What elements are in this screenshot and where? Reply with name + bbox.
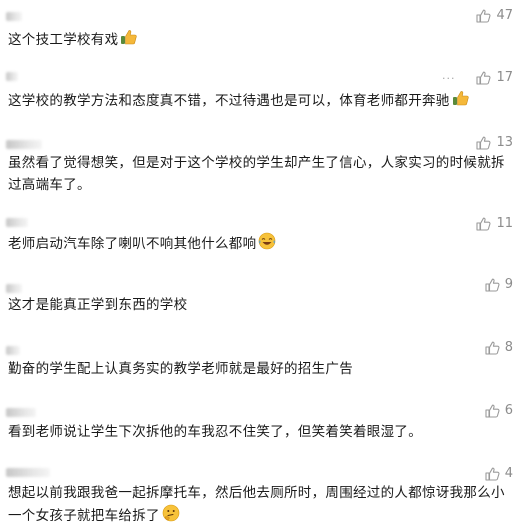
like-button[interactable]: 11: [476, 216, 513, 231]
comment-item: 8 勤奋的学生配上认真务实的教学老师就是最好的招生广告: [0, 334, 521, 384]
like-count: 47: [496, 8, 513, 23]
comment-text: 这个技工学校有戏: [8, 32, 119, 48]
thumbs-up-icon: [476, 136, 491, 150]
comment-text-wrap: 这学校的教学方法和态度真不错，不过待遇也是可以，体育老师都开奔驰: [8, 90, 507, 114]
comment-text: 虽然看了觉得想笑，但是对于这个学校的学生却产生了信心，人家实习的时候就拆过高端车…: [8, 155, 505, 193]
commenter-name-blurred: [6, 408, 36, 417]
like-count: 8: [504, 340, 513, 355]
like-button[interactable]: 47: [476, 8, 513, 23]
comment-text: 这学校的教学方法和态度真不错，不过待遇也是可以，体育老师都开奔驰: [8, 93, 450, 109]
like-count: 11: [496, 216, 513, 231]
comment-text: 老师启动汽车除了喇叭不响其他什么都响: [8, 236, 257, 252]
more-options-icon[interactable]: ···: [442, 72, 456, 85]
comment-text: 看到老师说让学生下次拆他的车我忍不住笑了，但笑着笑着眼湿了。: [8, 424, 422, 440]
comment-text: 想起以前我跟我爸一起拆摩托车，然后他去厕所时，周围经过的人都惊讶我那么小一个女孩…: [8, 485, 505, 524]
comment-item: 4 想起以前我跟我爸一起拆摩托车，然后他去厕所时，周围经过的人都惊讶我那么小一个…: [0, 462, 521, 531]
commenter-name-blurred: [6, 284, 22, 293]
comment-item: 9 这才是能真正学到东西的学校: [0, 270, 521, 320]
like-count: 13: [496, 135, 513, 150]
like-count: 6: [504, 403, 513, 418]
like-button[interactable]: 13: [476, 135, 513, 150]
commenter-name-blurred: [6, 140, 42, 149]
thumbs-up-icon: [476, 217, 491, 231]
comment-text: 这才是能真正学到东西的学校: [8, 297, 188, 313]
comment-item: 6 看到老师说让学生下次拆他的车我忍不住笑了，但笑着笑着眼湿了。: [0, 398, 521, 448]
like-button[interactable]: 4: [485, 466, 513, 481]
like-button[interactable]: 6: [485, 403, 513, 418]
like-count: 17: [496, 70, 513, 85]
thumbs-up-icon: [485, 341, 500, 355]
commenter-name-blurred: [6, 468, 50, 477]
thumbs-up-icon: [485, 278, 500, 292]
comment-text-wrap: 想起以前我跟我爸一起拆摩托车，然后他去厕所时，周围经过的人都惊讶我那么小一个女孩…: [8, 482, 507, 529]
comment-text-wrap: 这个技工学校有戏: [8, 29, 507, 53]
thinking-face-emoji-icon: [162, 504, 180, 529]
thumbs-up-icon: [485, 404, 500, 418]
commenter-name-blurred: [6, 346, 20, 355]
thumbs-up-icon: [476, 71, 491, 85]
comment-item: 13 虽然看了觉得想笑，但是对于这个学校的学生却产生了信心，人家实习的时候就拆过…: [0, 128, 521, 204]
like-button[interactable]: 17: [476, 70, 513, 85]
thumbs-up-emoji-icon: [120, 29, 138, 53]
like-button[interactable]: 8: [485, 340, 513, 355]
comment-text: 勤奋的学生配上认真务实的教学老师就是最好的招生广告: [8, 361, 353, 377]
commenter-name-blurred: [6, 12, 22, 21]
thumbs-up-icon: [485, 467, 500, 481]
like-count: 4: [504, 466, 513, 481]
thumbs-up-emoji-icon: [452, 90, 469, 114]
comment-item: 47 这个技工学校有戏: [0, 0, 521, 50]
like-button[interactable]: 9: [485, 277, 513, 292]
like-count: 9: [504, 277, 513, 292]
commenter-name-blurred: [6, 72, 18, 81]
commenter-name-blurred: [6, 218, 28, 227]
comment-item: 11 老师启动汽车除了喇叭不响其他什么都响: [0, 212, 521, 262]
comment-item: ··· 17 这学校的教学方法和态度真不错，不过待遇也是可以，体育老师都开奔驰: [0, 62, 521, 122]
laughing-tears-emoji-icon: [258, 232, 276, 257]
comment-text-wrap: 老师启动汽车除了喇叭不响其他什么都响: [8, 232, 507, 257]
thumbs-up-icon: [476, 9, 491, 23]
